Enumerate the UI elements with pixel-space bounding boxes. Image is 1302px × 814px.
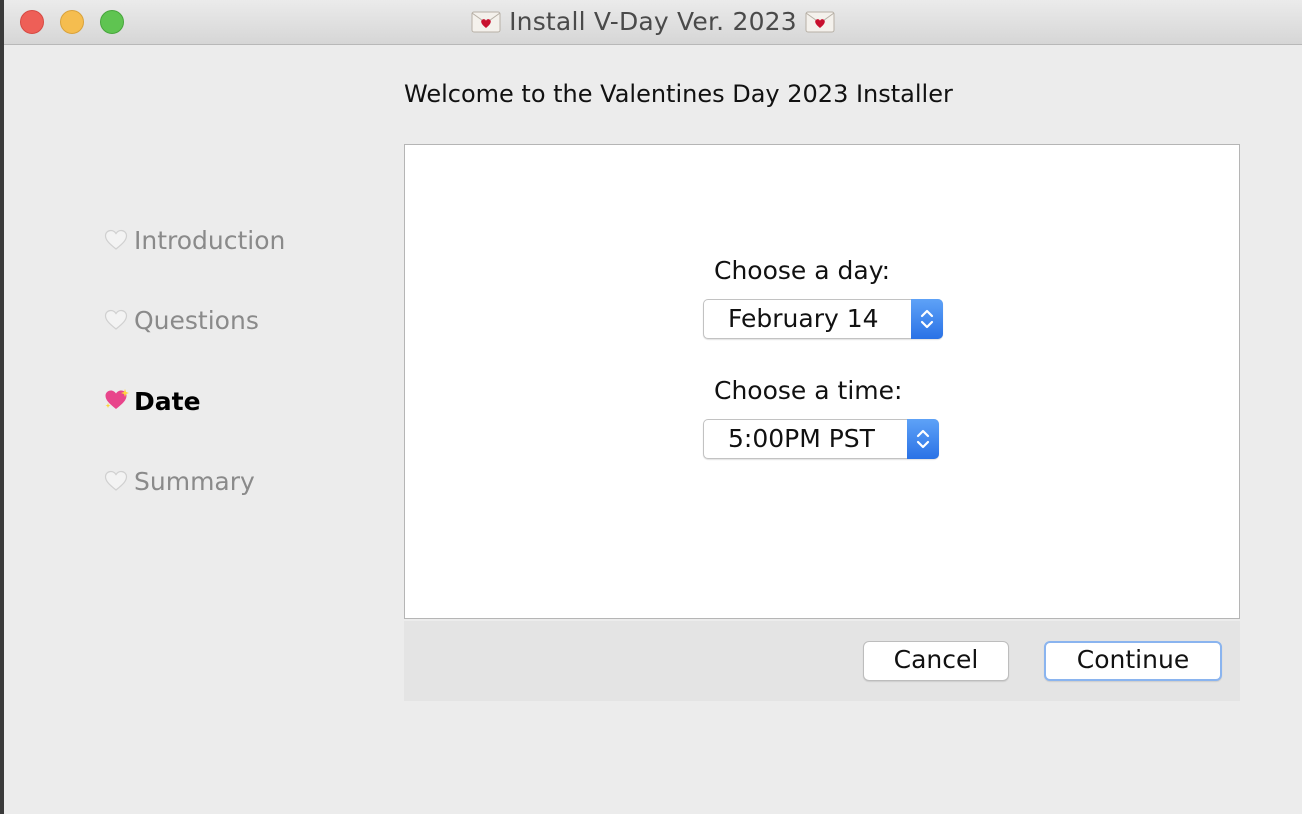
step-summary: Summary	[104, 467, 255, 498]
chevron-up-down-icon[interactable]	[907, 419, 939, 459]
time-select-value: 5:00PM PST	[728, 424, 875, 453]
step-label: Introduction	[134, 226, 286, 255]
day-select[interactable]: February 14	[703, 299, 943, 339]
love-letter-icon	[471, 10, 501, 39]
title-bar[interactable]: Install V-Day Ver. 2023	[4, 0, 1302, 45]
content-panel: Choose a day: February 14 Choose a time:…	[404, 144, 1240, 619]
window-title-row: Install V-Day Ver. 2023	[4, 7, 1302, 39]
window-title: Install V-Day Ver. 2023	[509, 7, 797, 36]
step-date: Date	[104, 387, 201, 418]
day-select-value: February 14	[728, 304, 879, 333]
time-select[interactable]: 5:00PM PST	[703, 419, 939, 459]
white-heart-icon	[104, 228, 134, 257]
welcome-heading: Welcome to the Valentines Day 2023 Insta…	[404, 80, 953, 108]
love-letter-icon	[805, 10, 835, 39]
installer-window: Install V-Day Ver. 2023 Welcome to the V…	[0, 0, 1302, 814]
step-label: Questions	[134, 306, 259, 335]
step-label: Date	[134, 387, 201, 416]
step-questions: Questions	[104, 306, 259, 337]
time-label: Choose a time:	[714, 376, 903, 405]
chevron-up-down-icon[interactable]	[911, 299, 943, 339]
white-heart-icon	[104, 469, 134, 498]
step-label: Summary	[134, 467, 255, 496]
step-introduction: Introduction	[104, 226, 285, 257]
day-label: Choose a day:	[714, 256, 891, 285]
sparkling-heart-icon	[104, 388, 134, 418]
continue-button[interactable]: Continue	[1044, 641, 1222, 681]
cancel-button[interactable]: Cancel	[863, 641, 1009, 681]
button-bar: Cancel Continue	[404, 621, 1240, 701]
white-heart-icon	[104, 308, 134, 337]
